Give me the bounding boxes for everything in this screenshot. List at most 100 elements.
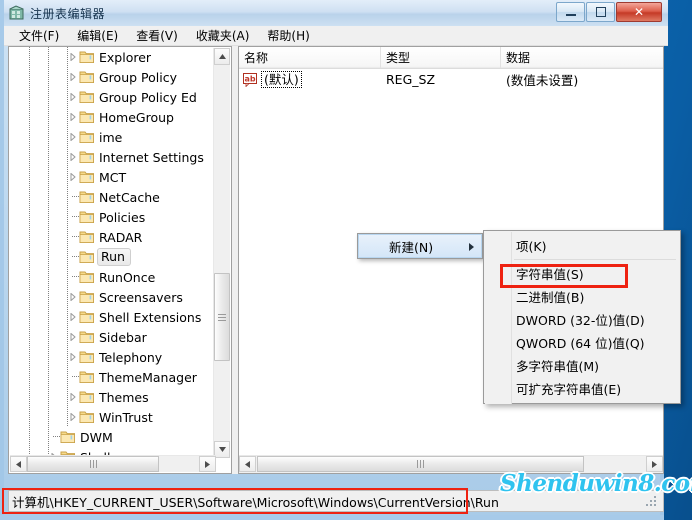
submenu-item-2[interactable]: 二进制值(B)	[484, 285, 680, 308]
folder-icon	[79, 110, 95, 124]
context-menu-item-new[interactable]: 新建(N)	[358, 234, 482, 258]
expand-arrow-icon[interactable]	[67, 167, 79, 187]
tree-item-mct[interactable]: MCT	[9, 167, 215, 187]
tree-item-label: Explorer	[99, 49, 152, 65]
context-menu-item-new-label: 新建(N)	[389, 239, 434, 255]
folder-icon	[79, 210, 95, 224]
tree-item-label: Telephony	[99, 349, 163, 365]
submenu-item-3[interactable]: DWORD (32-位)值(D)	[484, 308, 680, 331]
maximize-button[interactable]	[586, 2, 615, 22]
submenu-item-label: 项(K)	[516, 239, 547, 254]
expand-arrow-icon[interactable]	[67, 287, 79, 307]
expand-arrow-icon[interactable]	[67, 327, 79, 347]
tree-item-explorer[interactable]: Explorer	[9, 47, 215, 67]
expand-arrow-icon[interactable]	[67, 347, 79, 367]
expand-arrow-icon[interactable]	[67, 47, 79, 67]
maximize-icon	[595, 7, 606, 17]
tree-connector-icon	[67, 207, 80, 227]
expand-arrow-icon[interactable]	[67, 87, 79, 107]
tree-item-shell-extensions[interactable]: Shell Extensions	[9, 307, 215, 327]
expand-arrow-icon[interactable]	[67, 107, 79, 127]
tree-scroll-thumb[interactable]	[214, 273, 230, 361]
registry-tree-pane[interactable]: Explorer Group Policy Group Policy Ed HomeG…	[8, 46, 232, 474]
submenu-item-6[interactable]: 可扩充字符串值(E)	[484, 377, 680, 400]
tree-item-radar[interactable]: RADAR	[9, 227, 215, 247]
column-header-type[interactable]: 类型	[381, 47, 501, 68]
tree-item-themes[interactable]: Themes	[9, 387, 215, 407]
folder-icon	[79, 350, 95, 364]
folder-icon	[79, 410, 95, 424]
menu-file[interactable]: 文件(F)	[10, 25, 68, 46]
submenu-item-label: 可扩充字符串值(E)	[516, 382, 622, 397]
tree-item-run[interactable]: Run	[9, 247, 215, 267]
scroll-grip-icon	[218, 312, 226, 323]
values-column-header: 名称 类型 数据	[239, 47, 663, 69]
submenu-item-label: 字符串值(S)	[516, 267, 584, 282]
cell-type: REG_SZ	[386, 72, 436, 87]
tree-item-thememanager[interactable]: ThemeManager	[9, 367, 215, 387]
tree-item-policies[interactable]: Policies	[9, 207, 215, 227]
submenu-item-label: 二进制值(B)	[516, 290, 585, 305]
context-menu[interactable]: 新建(N)	[357, 233, 483, 259]
menu-favorites[interactable]: 收藏夹(A)	[187, 25, 259, 46]
submenu-item-4[interactable]: QWORD (64 位)值(Q)	[484, 331, 680, 354]
tree-item-label: RunOnce	[99, 269, 156, 285]
tree-item-screensavers[interactable]: Screensavers	[9, 287, 215, 307]
folder-icon	[79, 330, 95, 344]
tree-item-label: DWM	[80, 429, 113, 445]
tree-item-telephony[interactable]: Telephony	[9, 347, 215, 367]
scroll-left-arrow-icon[interactable]	[10, 456, 27, 472]
tree-item-homegroup[interactable]: HomeGroup	[9, 107, 215, 127]
tree-item-group-policy[interactable]: Group Policy	[9, 67, 215, 87]
submenu-item-5[interactable]: 多字符串值(M)	[484, 354, 680, 377]
expand-arrow-icon[interactable]	[67, 407, 79, 427]
tree-item-group-policy-ed[interactable]: Group Policy Ed	[9, 87, 215, 107]
tree-hscroll-thumb[interactable]	[27, 456, 159, 472]
tree-item-label: Screensavers	[99, 289, 183, 305]
tree-item-label: Internet Settings	[99, 149, 204, 165]
column-header-data[interactable]: 数据	[501, 47, 663, 68]
submenu-item-1[interactable]: 字符串值(S)	[484, 262, 680, 285]
expand-arrow-icon[interactable]	[67, 127, 79, 147]
title-bar[interactable]: 注册表编辑器 ✕	[4, 0, 668, 26]
scroll-right-arrow-icon[interactable]	[199, 456, 216, 472]
tree-item-netcache[interactable]: NetCache	[9, 187, 215, 207]
folder-icon	[79, 390, 95, 404]
tree-item-runonce[interactable]: RunOnce	[9, 267, 215, 287]
tree-item-label: HomeGroup	[99, 109, 174, 125]
expand-arrow-icon[interactable]	[67, 307, 79, 327]
scroll-up-arrow-icon[interactable]	[214, 48, 230, 65]
tree-item-sidebar[interactable]: Sidebar	[9, 327, 215, 347]
ab-string-icon: ab	[243, 72, 259, 87]
submenu-items: 项(K) 字符串值(S) 二进制值(B) DWORD (32-位)值(D) QWORD …	[484, 231, 680, 400]
scroll-down-arrow-icon[interactable]	[214, 441, 230, 458]
expand-arrow-icon[interactable]	[67, 147, 79, 167]
expand-arrow-icon[interactable]	[67, 387, 79, 407]
folder-icon	[79, 250, 95, 264]
registry-editor-icon	[9, 5, 25, 21]
tree-item-label: Themes	[99, 389, 149, 405]
menu-view[interactable]: 查看(V)	[127, 25, 187, 46]
minimize-button[interactable]	[556, 2, 585, 22]
new-submenu[interactable]: 项(K) 字符串值(S) 二进制值(B) DWORD (32-位)值(D) QWORD …	[483, 230, 681, 404]
tree-item-dwm[interactable]: DWM	[9, 427, 215, 447]
tree-item-wintrust[interactable]: WinTrust	[9, 407, 215, 427]
close-button[interactable]: ✕	[616, 2, 662, 22]
menu-help[interactable]: 帮助(H)	[258, 25, 318, 46]
tree-item-internet-settings[interactable]: Internet Settings	[9, 147, 215, 167]
table-row[interactable]: ab (默认) REG_SZ (数值未设置)	[239, 69, 663, 90]
column-header-name[interactable]: 名称	[239, 47, 381, 68]
folder-icon	[79, 370, 95, 384]
resize-grip-icon[interactable]	[646, 496, 658, 508]
tree-vertical-scrollbar[interactable]	[213, 48, 230, 458]
submenu-item-label: QWORD (64 位)值(Q)	[516, 336, 645, 351]
menu-edit[interactable]: 编辑(E)	[68, 25, 127, 46]
folder-icon	[60, 430, 76, 444]
submenu-item-0[interactable]: 项(K)	[484, 234, 680, 257]
tree-horizontal-scrollbar[interactable]	[10, 455, 216, 472]
registry-tree[interactable]: Explorer Group Policy Group Policy Ed HomeG…	[9, 47, 215, 457]
values-scroll-left-arrow-icon[interactable]	[239, 456, 256, 472]
tree-item-ime[interactable]: ime	[9, 127, 215, 147]
expand-arrow-icon[interactable]	[67, 67, 79, 87]
cell-name[interactable]: ab (默认)	[239, 71, 381, 88]
